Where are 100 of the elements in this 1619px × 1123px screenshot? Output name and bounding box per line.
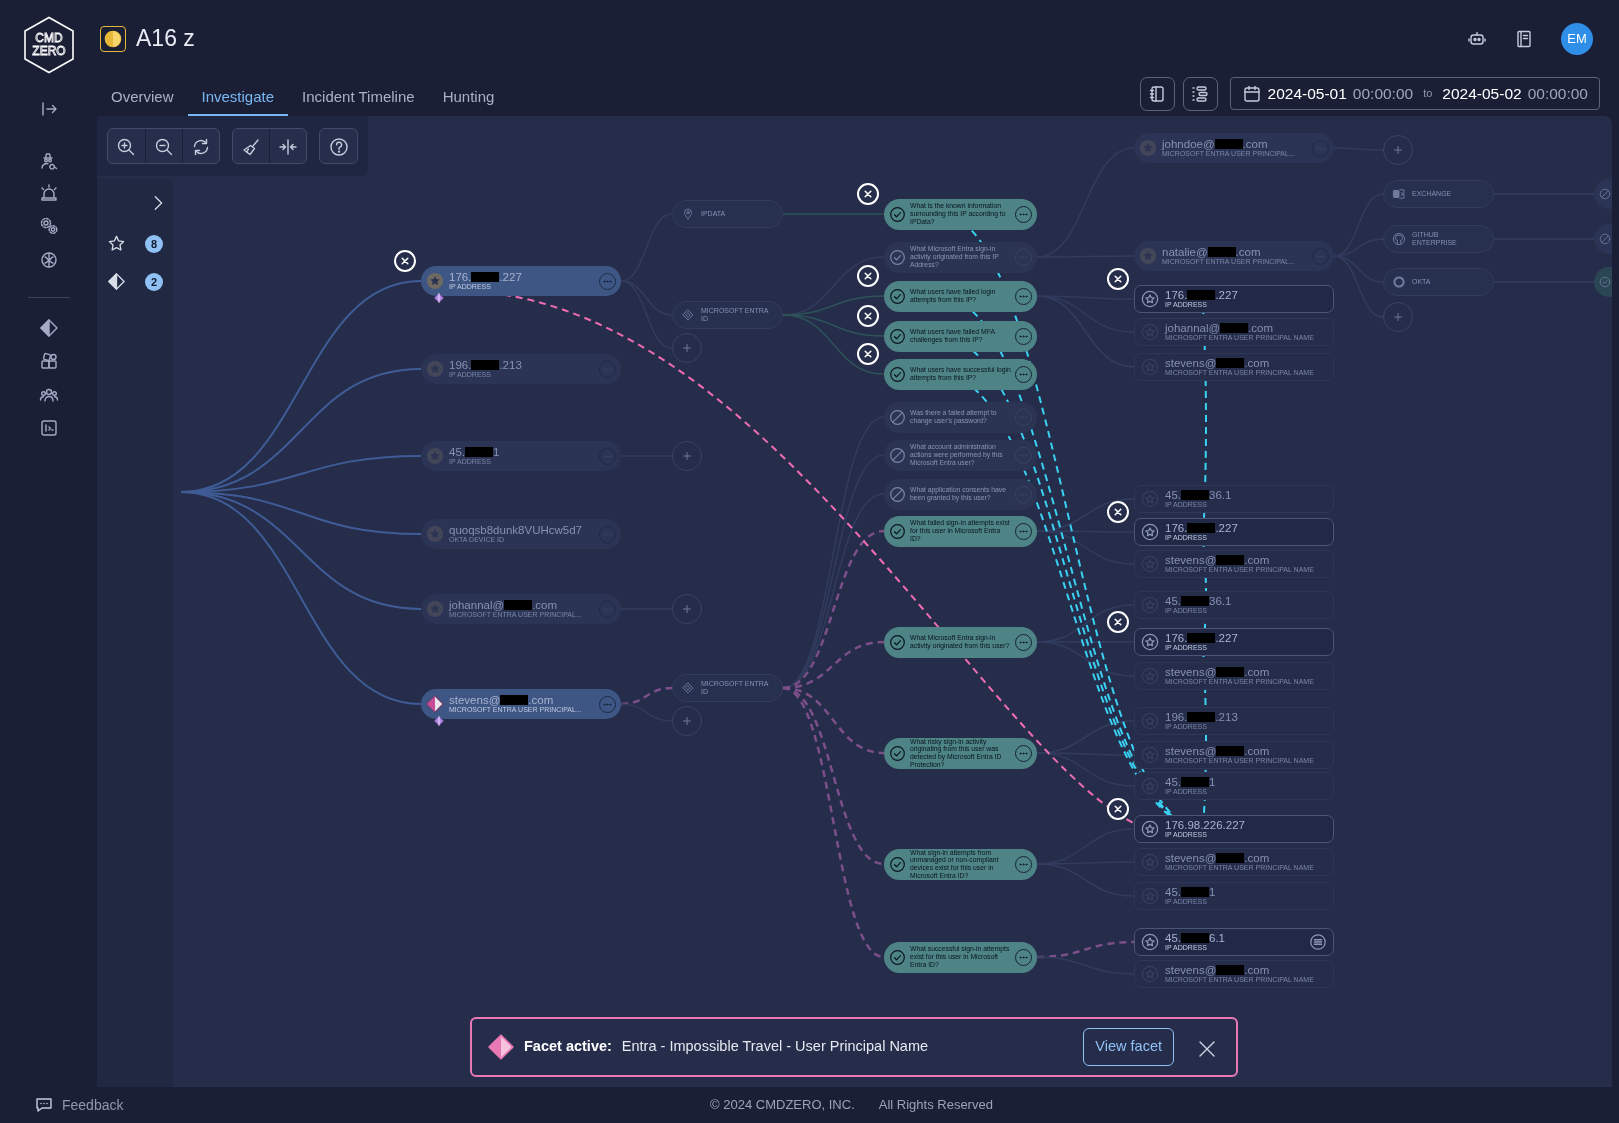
node-value: .com [1244,665,1270,678]
close-button[interactable] [1107,611,1129,633]
cat-icon [1392,232,1406,246]
pin-icon [681,207,695,221]
redaction-bar [465,446,493,457]
node-value: .227 [1215,521,1238,534]
node-value: 6.1 [1209,931,1225,944]
node-value: .com [1244,851,1270,864]
redaction-bar [504,599,533,610]
node-value: .com [1244,553,1270,566]
tab[interactable]: Incident Timeline [288,88,429,116]
blocks-icon[interactable] [38,351,59,371]
node-value: 45. [449,445,465,458]
close-button[interactable] [1107,268,1129,290]
node-value: 45. [1165,775,1181,788]
facet-icon[interactable] [38,318,59,338]
node-value: .com [1244,744,1270,757]
connector-line [620,703,673,722]
node-value: 176. [449,270,472,283]
plus-icon [680,341,694,355]
close-button[interactable] [1107,798,1129,820]
plus-icon [1391,310,1405,324]
detective-search-icon[interactable] [38,150,59,170]
node-value: stevens@ [449,693,501,706]
facet-icon [426,695,444,713]
node-value: .227 [1215,288,1238,301]
hexagon-icon [23,16,74,74]
gears-icon[interactable] [38,216,59,236]
node-value: 36.1 [1209,488,1232,501]
node-value: stevens@ [1165,665,1217,678]
facet-icon [488,1034,514,1060]
notebook-button[interactable] [1139,77,1175,111]
redaction-bar [471,359,500,370]
node-value: stevens@ [1165,744,1217,757]
count-badge: 2 [145,273,163,291]
node-value: stevens@ [1165,851,1217,864]
node-value: 1 [1209,885,1216,898]
redaction-bar [1181,489,1209,500]
node-value: .com [1248,321,1274,334]
facet-icon[interactable] [107,272,126,291]
broom-icon [240,137,261,157]
redaction-bar [1214,138,1243,149]
plus-icon [680,714,694,728]
diamond-icon [681,308,695,322]
redaction-bar [1187,522,1216,533]
siren-icon[interactable] [38,183,59,203]
redaction-bar [500,694,529,705]
node-value: 36.1 [1209,594,1232,607]
feedback-link[interactable]: Feedback [62,1094,124,1116]
zoom-out-icon [153,137,174,157]
redaction-bar [1216,357,1245,368]
close-button[interactable] [1107,501,1129,523]
redaction-bar [1181,932,1209,943]
list-icon [1190,84,1211,104]
date-range-button[interactable]: 2024-05-01 00:00:00 to 2024-05-02 00:00:00 [1229,77,1600,110]
rights-text: All Rights Reserved [878,1096,993,1115]
status-node[interactable] [1594,224,1612,254]
tab[interactable]: Overview [97,88,188,116]
zoom-in-icon [116,137,137,157]
node-value: 176. [1165,521,1188,534]
node-value: 1 [1209,775,1216,788]
collapse-icon [278,137,299,157]
node-value: 45. [1165,931,1181,944]
case-title: A16 z [136,24,195,54]
node-value: 176. [1165,631,1188,644]
node-value: 45. [1165,885,1181,898]
plus-icon [680,602,694,616]
redaction-bar [1216,554,1245,565]
redaction-bar [1216,964,1245,975]
close-button[interactable] [857,305,879,327]
close-button[interactable] [857,265,879,287]
node-value: quoqsb8dunk8VUHcw5d7 [449,523,582,536]
close-button[interactable] [857,343,879,365]
node-value: .com [528,693,554,706]
node-value: .com [1244,963,1270,976]
tab[interactable]: Hunting [428,88,509,116]
close-button[interactable] [857,183,879,205]
redaction-bar [1187,711,1216,722]
redaction-bar [1207,246,1236,257]
ring-icon [1392,275,1406,289]
status-node[interactable] [1594,179,1612,209]
user-avatar[interactable]: EM [1561,22,1593,55]
calendar-icon [1241,83,1262,104]
outline-button[interactable] [1182,77,1218,111]
node-value: natalie@ [1162,245,1208,258]
copyright-text: © 2024 CMDZERO, INC. [710,1096,855,1115]
book-icon[interactable] [1514,28,1534,49]
view-facet-button[interactable]: View facet [1083,1028,1174,1066]
status-node[interactable] [1594,267,1612,297]
plus-icon [1391,143,1405,157]
redaction-bar [1187,632,1216,643]
star-icon[interactable] [107,234,126,253]
node-value: .227 [1215,631,1238,644]
node-value: .227 [499,270,522,283]
help-icon [328,137,349,157]
redaction-bar [1216,852,1245,863]
close-button[interactable] [394,250,416,272]
node-value: .com [1235,245,1261,258]
terminal-icon[interactable] [38,418,59,438]
node-value: 1 [493,445,500,458]
